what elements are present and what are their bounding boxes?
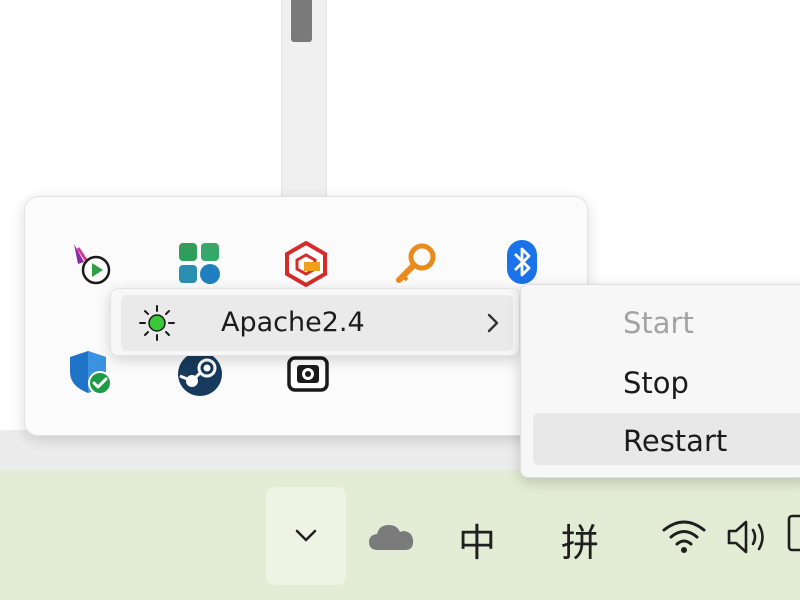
bluetooth-icon[interactable] — [498, 238, 546, 286]
restart-label: Restart — [623, 424, 728, 458]
start-label: Start — [623, 306, 694, 340]
ime-mode-indicator[interactable]: 中 — [458, 512, 496, 567]
ime-pinyin-indicator[interactable]: 拼 — [561, 512, 599, 567]
battery-icon[interactable] — [786, 512, 800, 556]
chevron-down-icon — [295, 529, 317, 542]
menu-item-label: Apache2.4 — [221, 307, 365, 338]
wifi-icon[interactable] — [660, 516, 708, 556]
stop-label: Stop — [623, 366, 689, 400]
menu-item-apache[interactable]: Apache2.4 — [121, 295, 513, 351]
key-tray-icon[interactable] — [392, 240, 440, 288]
chevron-right-icon — [487, 313, 499, 333]
restart-menu-item[interactable]: Restart — [533, 413, 800, 465]
show-hidden-icons-button[interactable] — [266, 487, 346, 585]
steam-icon[interactable] — [176, 350, 224, 398]
media-player-tray-icon[interactable] — [66, 240, 114, 288]
scrollbar-thumb[interactable] — [291, 0, 312, 42]
app-tiles-tray-icon[interactable] — [176, 240, 224, 288]
volume-icon[interactable] — [724, 516, 774, 558]
phpstudy-tray-icon[interactable] — [282, 240, 330, 288]
windows-security-icon[interactable] — [66, 348, 114, 396]
onedrive-icon[interactable] — [366, 520, 416, 556]
apache-service-icon — [139, 305, 175, 341]
service-actions-submenu: Start Stop Restart — [520, 284, 800, 478]
stop-menu-item[interactable]: Stop — [533, 355, 800, 407]
service-context-menu: Apache2.4 — [110, 288, 520, 356]
screenshot-tool-tray-icon[interactable] — [284, 350, 332, 398]
start-menu-item: Start — [533, 295, 800, 347]
